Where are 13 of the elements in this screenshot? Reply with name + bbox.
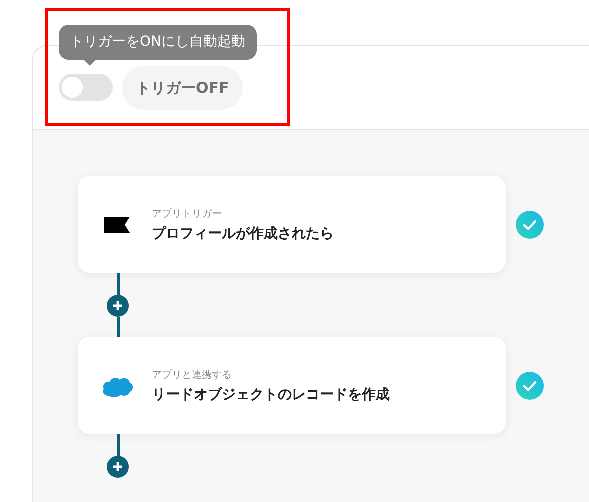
trigger-toggle[interactable] [59, 74, 113, 101]
trigger-status: トリガーOFF [122, 66, 244, 110]
add-step-button[interactable] [107, 456, 129, 478]
step-label: アプリと連携する [152, 368, 233, 382]
tooltip-pointer [84, 60, 96, 66]
tooltip: トリガーをONにし自動起動 [59, 25, 256, 60]
step-title: リードオブジェクトのレコードを作成 [152, 386, 390, 404]
step-title: プロフィールが作成されたら [152, 224, 334, 242]
flag-icon [104, 216, 130, 232]
step-card[interactable]: アプリと連携する リードオブジェクトのレコードを作成 [78, 337, 506, 434]
add-step-button[interactable] [107, 295, 129, 317]
step-card[interactable]: アプリトリガー プロフィールが作成されたら [78, 176, 506, 273]
step-label: アプリトリガー [152, 208, 223, 220]
